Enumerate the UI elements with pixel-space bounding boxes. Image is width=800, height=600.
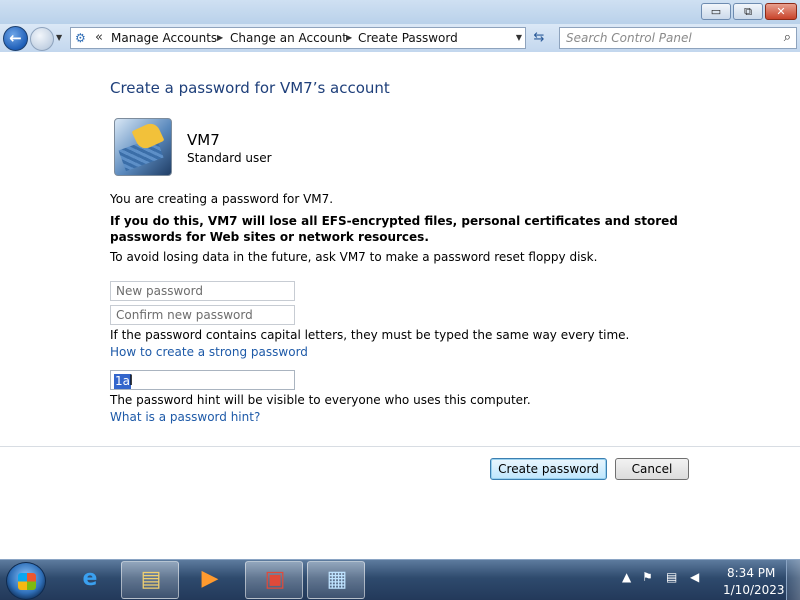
recent-pages-dropdown-icon[interactable]: ▼ [56, 33, 62, 42]
breadcrumb-create-password[interactable]: Create Password [358, 31, 458, 45]
text-cursor-icon: I [129, 373, 134, 389]
media-player-icon: ▶ [201, 566, 219, 591]
refresh-icon[interactable]: ⇆ [528, 28, 550, 48]
control-panel-icon: ▦ [326, 567, 348, 592]
notification-area: ▲ ⚑ ▤ ◀ [618, 568, 718, 592]
advice-text: To avoid losing data in the future, ask … [110, 250, 598, 264]
clock-date[interactable]: 1/10/2023 [723, 583, 785, 597]
windows-explorer-icon: ▤ [140, 567, 162, 592]
back-button[interactable]: ← [3, 26, 28, 51]
warning-text: If you do this, VM7 will lose all EFS-en… [110, 214, 678, 244]
main-content: Create a password for VM7’s account VM7 … [0, 52, 800, 559]
taskbar-internet-explorer[interactable]: e [61, 561, 119, 599]
address-bar[interactable]: ⚙ « Manage Accounts ▶ Change an Account … [70, 27, 526, 49]
double-chevron-left-icon[interactable]: « [95, 30, 103, 45]
search-input[interactable] [566, 30, 771, 46]
separator [0, 446, 800, 447]
taskbar-media-player[interactable]: ▶ [181, 561, 239, 599]
window-titlebar: ▭ ⧉ ✕ [0, 0, 800, 24]
user-name: VM7 [187, 131, 220, 149]
volume-muted-icon[interactable]: ◀ [690, 570, 699, 584]
password-hint-link[interactable]: What is a password hint? [110, 410, 260, 424]
breadcrumb-manage-accounts[interactable]: Manage Accounts [111, 31, 217, 45]
breadcrumb-change-account[interactable]: Change an Account [230, 31, 347, 45]
action-center-flag-icon[interactable]: ⚑ [642, 570, 653, 584]
clock-time[interactable]: 8:34 PM [727, 566, 775, 580]
password-hint-field[interactable] [110, 370, 295, 390]
search-icon[interactable]: ⌕ [784, 30, 791, 45]
case-sensitivity-note: If the password contains capital letters… [110, 328, 630, 342]
show-hidden-icons-icon[interactable]: ▲ [622, 570, 631, 584]
network-icon[interactable]: ▤ [666, 570, 677, 584]
start-button[interactable] [6, 562, 46, 600]
create-password-button[interactable]: Create password [490, 458, 607, 480]
user-account-type: Standard user [187, 151, 272, 165]
toolbox-icon: ▣ [264, 567, 286, 592]
control-panel-icon: ⚙ [75, 31, 86, 45]
taskbar-control-panel[interactable]: ▦ [307, 561, 365, 599]
breadcrumb-arrow-icon[interactable]: ▶ [217, 33, 223, 42]
strong-password-link[interactable]: How to create a strong password [110, 345, 308, 359]
new-password-field[interactable] [110, 281, 295, 301]
navigation-bar: ← ▼ ⚙ « Manage Accounts ▶ Change an Acco… [0, 24, 800, 52]
confirm-password-field[interactable] [110, 305, 295, 325]
taskbar-windows-explorer[interactable]: ▤ [121, 561, 179, 599]
cancel-button[interactable]: Cancel [615, 458, 689, 480]
forward-button[interactable] [30, 27, 54, 51]
search-box[interactable]: ⌕ [559, 27, 797, 49]
taskbar: e ▤ ▶ ▣ ▦ ▲ ⚑ ▤ ◀ 8:34 PM 1/10/2023 [0, 559, 800, 600]
windows-logo-icon [18, 573, 36, 590]
show-desktop-button[interactable] [786, 560, 800, 600]
close-button[interactable]: ✕ [765, 3, 797, 20]
taskbar-toolbox[interactable]: ▣ [245, 561, 303, 599]
minimize-button[interactable]: ▭ [701, 3, 731, 20]
intro-text: You are creating a password for VM7. [110, 192, 334, 206]
user-avatar [114, 118, 172, 176]
address-dropdown-icon[interactable]: ▼ [516, 33, 522, 42]
breadcrumb-arrow-icon[interactable]: ▶ [346, 33, 352, 42]
page-title: Create a password for VM7’s account [110, 79, 390, 97]
hint-visibility-note: The password hint will be visible to eve… [110, 393, 531, 407]
maximize-button[interactable]: ⧉ [733, 3, 763, 20]
internet-explorer-icon: e [82, 566, 98, 591]
